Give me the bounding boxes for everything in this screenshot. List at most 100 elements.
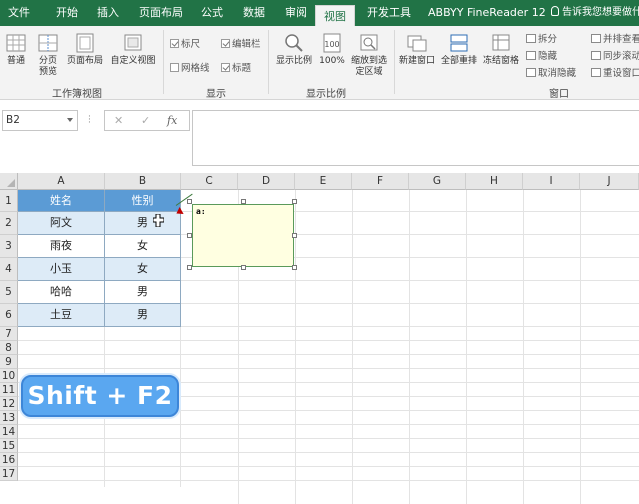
- table-cell[interactable]: 哈哈: [18, 281, 105, 304]
- resize-handle[interactable]: [241, 199, 246, 204]
- row-header-4[interactable]: 4: [0, 258, 18, 281]
- formula-bar-checkbox[interactable]: 编辑栏: [221, 39, 261, 51]
- row-header-13[interactable]: 13: [0, 411, 18, 425]
- arrange-all-button[interactable]: 全部重排: [438, 32, 480, 67]
- row-header-9[interactable]: 9: [0, 355, 18, 369]
- resize-handle[interactable]: [292, 233, 297, 238]
- row-header-7[interactable]: 7: [0, 327, 18, 341]
- table-header-name[interactable]: 姓名: [18, 190, 105, 212]
- row-header-12[interactable]: 12: [0, 397, 18, 411]
- tab-home[interactable]: 开始: [56, 0, 78, 26]
- zoom-selection-icon: [360, 34, 378, 51]
- freeze-panes-button[interactable]: 冻结窗格: [480, 32, 522, 67]
- split-button[interactable]: 拆分: [526, 34, 557, 46]
- sync-scroll-button[interactable]: 同步滚动: [591, 51, 639, 63]
- column-header-a[interactable]: A: [18, 173, 105, 190]
- table-cell[interactable]: 男: [105, 304, 181, 327]
- cell-cursor-icon: [153, 214, 164, 227]
- table-cell[interactable]: 小玉: [18, 258, 105, 281]
- tell-me-box[interactable]: 告诉我您想要做什: [551, 0, 639, 26]
- row-header-3[interactable]: 3: [0, 235, 18, 258]
- worksheet-grid[interactable]: A B C D E F G H I J 1 2 3 4 5 6 7 8 9 10…: [0, 173, 639, 504]
- column-header-c[interactable]: C: [181, 173, 238, 190]
- checkbox-icon: [170, 63, 179, 72]
- resize-handle[interactable]: [187, 199, 192, 204]
- tab-insert[interactable]: 插入: [97, 0, 119, 26]
- unhide-icon: [526, 68, 536, 77]
- column-header-j[interactable]: J: [580, 173, 639, 190]
- chevron-down-icon[interactable]: [67, 118, 73, 122]
- row-header-17[interactable]: 17: [0, 467, 18, 481]
- table-cell[interactable]: 雨夜: [18, 235, 105, 258]
- view-side-by-side-button[interactable]: 并排查看: [591, 34, 639, 46]
- resize-handle[interactable]: [241, 265, 246, 270]
- insert-function-icon[interactable]: fx: [167, 114, 177, 127]
- tab-data[interactable]: 数据: [243, 0, 265, 26]
- row-header-1[interactable]: 1: [0, 190, 18, 212]
- cancel-icon[interactable]: ✕: [114, 114, 123, 127]
- table-cell-selected[interactable]: 男: [105, 212, 181, 235]
- table-cell[interactable]: 女: [105, 235, 181, 258]
- table-cell[interactable]: 阿文: [18, 212, 105, 235]
- gridlines-checkbox[interactable]: 网格线: [170, 63, 210, 75]
- row-header-2[interactable]: 2: [0, 212, 18, 235]
- column-header-h[interactable]: H: [466, 173, 523, 190]
- resize-handle[interactable]: [292, 265, 297, 270]
- row-header-14[interactable]: 14: [0, 425, 18, 439]
- row-header-15[interactable]: 15: [0, 439, 18, 453]
- unhide-button[interactable]: 取消隐藏: [526, 68, 576, 80]
- zoom-100-button[interactable]: 100 100%: [316, 32, 348, 67]
- hide-button[interactable]: 隐藏: [526, 51, 557, 63]
- table-header-gender[interactable]: 性别: [105, 190, 181, 212]
- row-header-6[interactable]: 6: [0, 304, 18, 327]
- reset-window-button[interactable]: 重设窗口: [591, 68, 639, 80]
- headings-checkbox[interactable]: 标题: [221, 63, 251, 75]
- row-header-10[interactable]: 10: [0, 369, 18, 383]
- arrange-all-icon: [450, 34, 468, 52]
- page-break-preview-button[interactable]: 分页预览: [34, 32, 62, 78]
- column-header-i[interactable]: I: [523, 173, 580, 190]
- ruler-checkbox[interactable]: 标尺: [170, 39, 200, 51]
- tab-developer[interactable]: 开发工具: [367, 0, 411, 26]
- check-icon[interactable]: ✓: [141, 114, 150, 127]
- split-icon: [526, 34, 536, 43]
- new-window-button[interactable]: 新建窗口: [396, 32, 438, 67]
- table-cell[interactable]: 土豆: [18, 304, 105, 327]
- comment-text[interactable]: a:: [196, 207, 206, 216]
- custom-views-button[interactable]: 自定义视图: [106, 32, 160, 67]
- zoom-button[interactable]: 显示比例: [272, 32, 316, 67]
- column-header-b[interactable]: B: [105, 173, 181, 190]
- select-all-corner[interactable]: [0, 173, 18, 190]
- tab-file[interactable]: 文件: [8, 0, 30, 26]
- resize-handle[interactable]: [187, 265, 192, 270]
- column-header-e[interactable]: E: [295, 173, 352, 190]
- row-header-11[interactable]: 11: [0, 383, 18, 397]
- page-layout-icon: [76, 33, 94, 53]
- column-header-f[interactable]: F: [352, 173, 409, 190]
- normal-view-button[interactable]: 普通: [2, 32, 30, 67]
- name-box[interactable]: B2: [2, 110, 78, 131]
- column-header-g[interactable]: G: [409, 173, 466, 190]
- resize-handle[interactable]: [292, 199, 297, 204]
- gridline: [18, 368, 639, 369]
- row-header-5[interactable]: 5: [0, 281, 18, 304]
- tab-formulas[interactable]: 公式: [201, 0, 223, 26]
- name-box-value: B2: [6, 114, 20, 126]
- tab-page-layout[interactable]: 页面布局: [139, 0, 183, 26]
- row-header-8[interactable]: 8: [0, 341, 18, 355]
- zoom-to-selection-button[interactable]: 缩放到选定区域: [348, 32, 390, 78]
- tab-abbyy[interactable]: ABBYY FineReader 12: [428, 0, 546, 26]
- tab-view[interactable]: 视图: [315, 5, 355, 26]
- table-cell[interactable]: 女: [105, 258, 181, 281]
- group-separator: [268, 30, 269, 94]
- page-layout-view-button[interactable]: 页面布局: [64, 32, 106, 67]
- row-header-16[interactable]: 16: [0, 453, 18, 467]
- column-header-d[interactable]: D: [238, 173, 295, 190]
- tab-review[interactable]: 审阅: [285, 0, 307, 26]
- resize-handle[interactable]: [187, 233, 192, 238]
- formula-input[interactable]: [192, 110, 639, 166]
- table-cell[interactable]: 男: [105, 281, 181, 304]
- comment-box[interactable]: a:: [192, 204, 294, 267]
- drag-handle-icon[interactable]: · · ·: [88, 113, 91, 128]
- zoom-selection-label: 缩放到选定区域: [350, 56, 387, 77]
